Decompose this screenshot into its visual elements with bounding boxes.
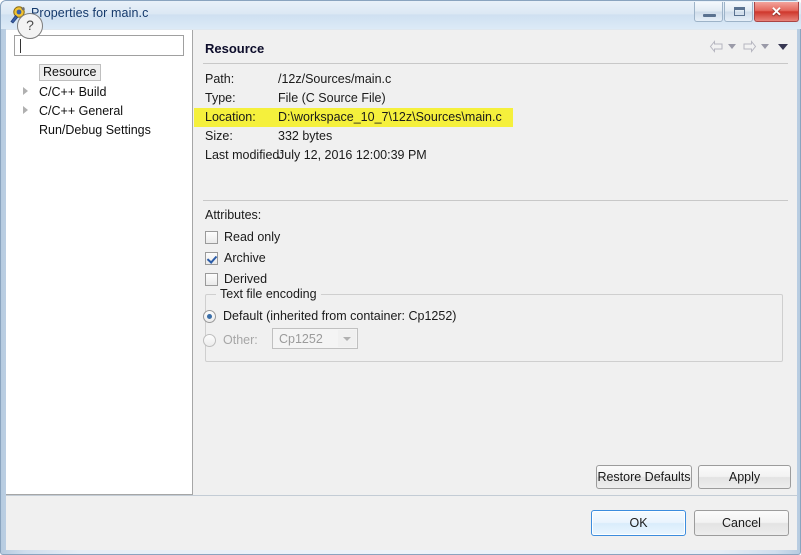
tree-item-label: Run/Debug Settings — [39, 122, 151, 137]
tree-item-resource[interactable]: Resource — [1, 63, 188, 82]
group-title: Text file encoding — [216, 287, 321, 301]
checkbox-derived[interactable]: Derived — [205, 270, 267, 288]
property-key: Type: — [205, 91, 236, 105]
checkbox-box[interactable] — [205, 272, 218, 286]
checkbox-archive[interactable]: Archive — [205, 249, 266, 267]
checkbox-label: Derived — [224, 272, 268, 286]
resource-page: Resource Path: /12z/Sources/main.c Type:… — [194, 30, 797, 495]
checkbox-label: Archive — [224, 251, 266, 265]
radio-encoding-default[interactable]: Default (inherited from container: Cp125… — [203, 307, 456, 325]
property-key: Path: — [205, 72, 235, 86]
radio-button[interactable] — [203, 309, 216, 323]
chevron-right-icon[interactable] — [23, 87, 28, 95]
tree-item-run-debug-settings[interactable]: Run/Debug Settings — [1, 120, 188, 139]
close-icon: ✕ — [771, 4, 782, 19]
tree-item-cpp-general[interactable]: C/C++ General — [1, 101, 188, 120]
page-title: Resource — [205, 41, 265, 56]
property-row-path: Path: /12z/Sources/main.c — [194, 70, 797, 89]
tree-item-label: Resource — [39, 63, 101, 81]
minimize-icon — [703, 14, 716, 17]
forward-history-chevron-down-icon[interactable] — [761, 44, 769, 49]
filter-box[interactable] — [14, 35, 184, 56]
chevron-down-icon[interactable] — [338, 330, 356, 347]
radio-button[interactable] — [203, 333, 216, 347]
checkbox-read-only[interactable]: Read only — [205, 228, 280, 246]
radio-encoding-other[interactable]: Other: — [203, 331, 258, 349]
property-key: Location: — [205, 110, 256, 124]
properties-list: Path: /12z/Sources/main.c Type: File (C … — [194, 70, 797, 165]
ok-button[interactable]: OK — [591, 510, 686, 536]
maximize-button[interactable] — [724, 2, 753, 22]
property-value: July 12, 2016 12:00:39 PM — [278, 148, 427, 162]
encoding-select[interactable]: Cp1252 — [272, 328, 358, 349]
property-row-type: Type: File (C Source File) — [194, 89, 797, 108]
checkbox-label: Read only — [224, 230, 281, 244]
tree-item-label: C/C++ General — [39, 103, 124, 118]
window-controls: ✕ — [693, 2, 799, 24]
minimize-button[interactable] — [694, 2, 723, 22]
filter-input[interactable] — [22, 38, 177, 54]
text-cursor — [20, 39, 21, 53]
property-row-last-modified: Last modified: July 12, 2016 12:00:39 PM — [194, 146, 797, 165]
property-value: 332 bytes — [278, 129, 333, 143]
encoding-select-value: Cp1252 — [279, 331, 323, 346]
property-value: File (C Source File) — [278, 91, 386, 105]
tree-item-cpp-build[interactable]: C/C++ Build — [1, 82, 188, 101]
chevron-right-icon[interactable] — [23, 106, 28, 114]
maximize-icon — [734, 7, 745, 16]
restore-defaults-button[interactable]: Restore Defaults — [596, 465, 692, 489]
cancel-button[interactable]: Cancel — [694, 510, 789, 536]
attributes-label: Attributes: — [205, 208, 262, 222]
help-button[interactable]: ? — [17, 13, 43, 39]
arrow-forward-icon[interactable] — [742, 40, 757, 53]
radio-label: Default (inherited from container: Cp125… — [223, 309, 457, 323]
title-bar: Properties for main.c ✕ — [1, 1, 801, 29]
settings-tree: Resource C/C++ Build C/C++ General Run/D… — [1, 63, 188, 139]
attributes-divider — [203, 200, 788, 201]
radio-label: Other: — [223, 333, 258, 347]
window-title: Properties for main.c — [31, 6, 149, 20]
tree-item-label: C/C++ Build — [39, 84, 107, 99]
property-key: Last modified: — [205, 148, 283, 162]
property-row-size: Size: 332 bytes — [194, 127, 797, 146]
checkbox-box[interactable] — [205, 251, 218, 265]
apply-button[interactable]: Apply — [698, 465, 791, 489]
close-button[interactable]: ✕ — [754, 2, 799, 22]
page-navigation — [709, 40, 788, 53]
properties-dialog: Properties for main.c ✕ Resource C/C++ B… — [0, 0, 801, 555]
view-menu-chevron-down-icon[interactable] — [778, 43, 788, 50]
property-value: /12z/Sources/main.c — [278, 72, 392, 86]
header-divider — [203, 63, 788, 64]
arrow-back-icon[interactable] — [709, 40, 724, 53]
property-key: Size: — [205, 129, 233, 143]
back-history-chevron-down-icon[interactable] — [728, 44, 736, 49]
property-value: D:\workspace_10_7\12z\Sources\main.c — [278, 110, 502, 124]
property-row-location: Location: D:\workspace_10_7\12z\Sources\… — [194, 108, 513, 127]
checkbox-box[interactable] — [205, 230, 218, 244]
